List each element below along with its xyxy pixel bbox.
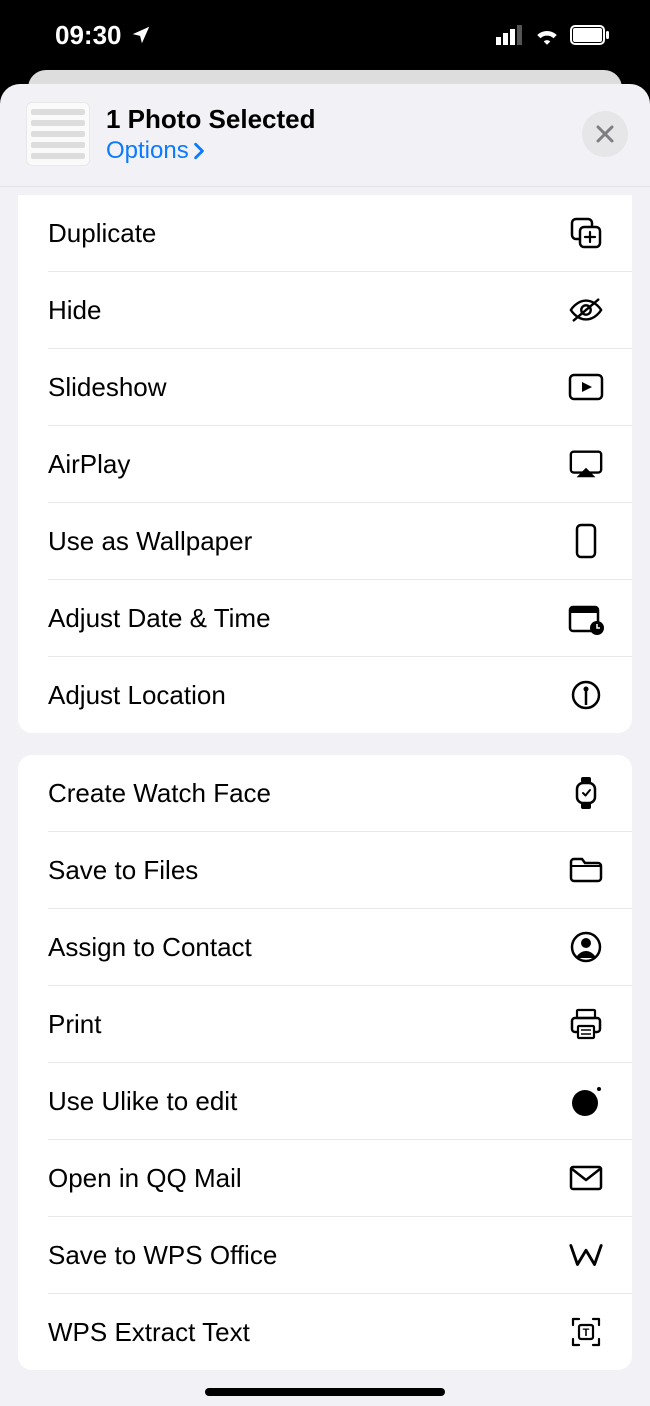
action-wps-office[interactable]: Save to WPS Office: [18, 1217, 632, 1293]
hide-icon: [568, 292, 604, 328]
location-arrow-icon: [130, 24, 152, 46]
close-icon: [595, 124, 615, 144]
location-icon: [568, 677, 604, 713]
action-slideshow[interactable]: Slideshow: [18, 349, 632, 425]
action-wallpaper[interactable]: Use as Wallpaper: [18, 503, 632, 579]
svg-text:T: T: [583, 1327, 590, 1339]
close-button[interactable]: [582, 111, 628, 157]
action-print[interactable]: Print: [18, 986, 632, 1062]
status-bar: 09:30: [0, 0, 650, 70]
action-save-files[interactable]: Save to Files: [18, 832, 632, 908]
options-link[interactable]: Options: [106, 137, 582, 165]
sheet-title: 1 Photo Selected: [106, 104, 582, 135]
action-group-1: Duplicate Hide Slideshow AirPlay: [18, 195, 632, 733]
home-indicator[interactable]: [205, 1388, 445, 1396]
photo-thumbnail[interactable]: [26, 102, 90, 166]
contact-icon: [568, 929, 604, 965]
datetime-icon: [568, 600, 604, 636]
battery-icon: [570, 25, 610, 45]
folder-icon: [568, 852, 604, 888]
status-time: 09:30: [55, 20, 122, 51]
action-qq-mail[interactable]: Open in QQ Mail: [18, 1140, 632, 1216]
action-watch-face[interactable]: Create Watch Face: [18, 755, 632, 831]
print-icon: [568, 1006, 604, 1042]
duplicate-icon: [568, 215, 604, 251]
chevron-right-icon: [193, 142, 205, 160]
action-hide[interactable]: Hide: [18, 272, 632, 348]
action-duplicate[interactable]: Duplicate: [18, 195, 632, 271]
share-sheet: 1 Photo Selected Options Duplicate Hide …: [0, 84, 650, 1406]
ulike-icon: [568, 1083, 604, 1119]
action-wps-extract[interactable]: WPS Extract Text T: [18, 1294, 632, 1370]
action-ulike[interactable]: Use Ulike to edit: [18, 1063, 632, 1139]
sheet-header: 1 Photo Selected Options: [0, 84, 650, 187]
slideshow-icon: [568, 369, 604, 405]
wifi-icon: [534, 25, 560, 45]
wps-icon: [568, 1237, 604, 1273]
action-datetime[interactable]: Adjust Date & Time: [18, 580, 632, 656]
cellular-icon: [496, 25, 524, 45]
wallpaper-icon: [568, 523, 604, 559]
watch-icon: [568, 775, 604, 811]
mail-icon: [568, 1160, 604, 1196]
action-assign-contact[interactable]: Assign to Contact: [18, 909, 632, 985]
action-group-2: Create Watch Face Save to Files Assign t…: [18, 755, 632, 1370]
airplay-icon: [568, 446, 604, 482]
action-location[interactable]: Adjust Location: [18, 657, 632, 733]
extract-text-icon: T: [568, 1314, 604, 1350]
action-airplay[interactable]: AirPlay: [18, 426, 632, 502]
